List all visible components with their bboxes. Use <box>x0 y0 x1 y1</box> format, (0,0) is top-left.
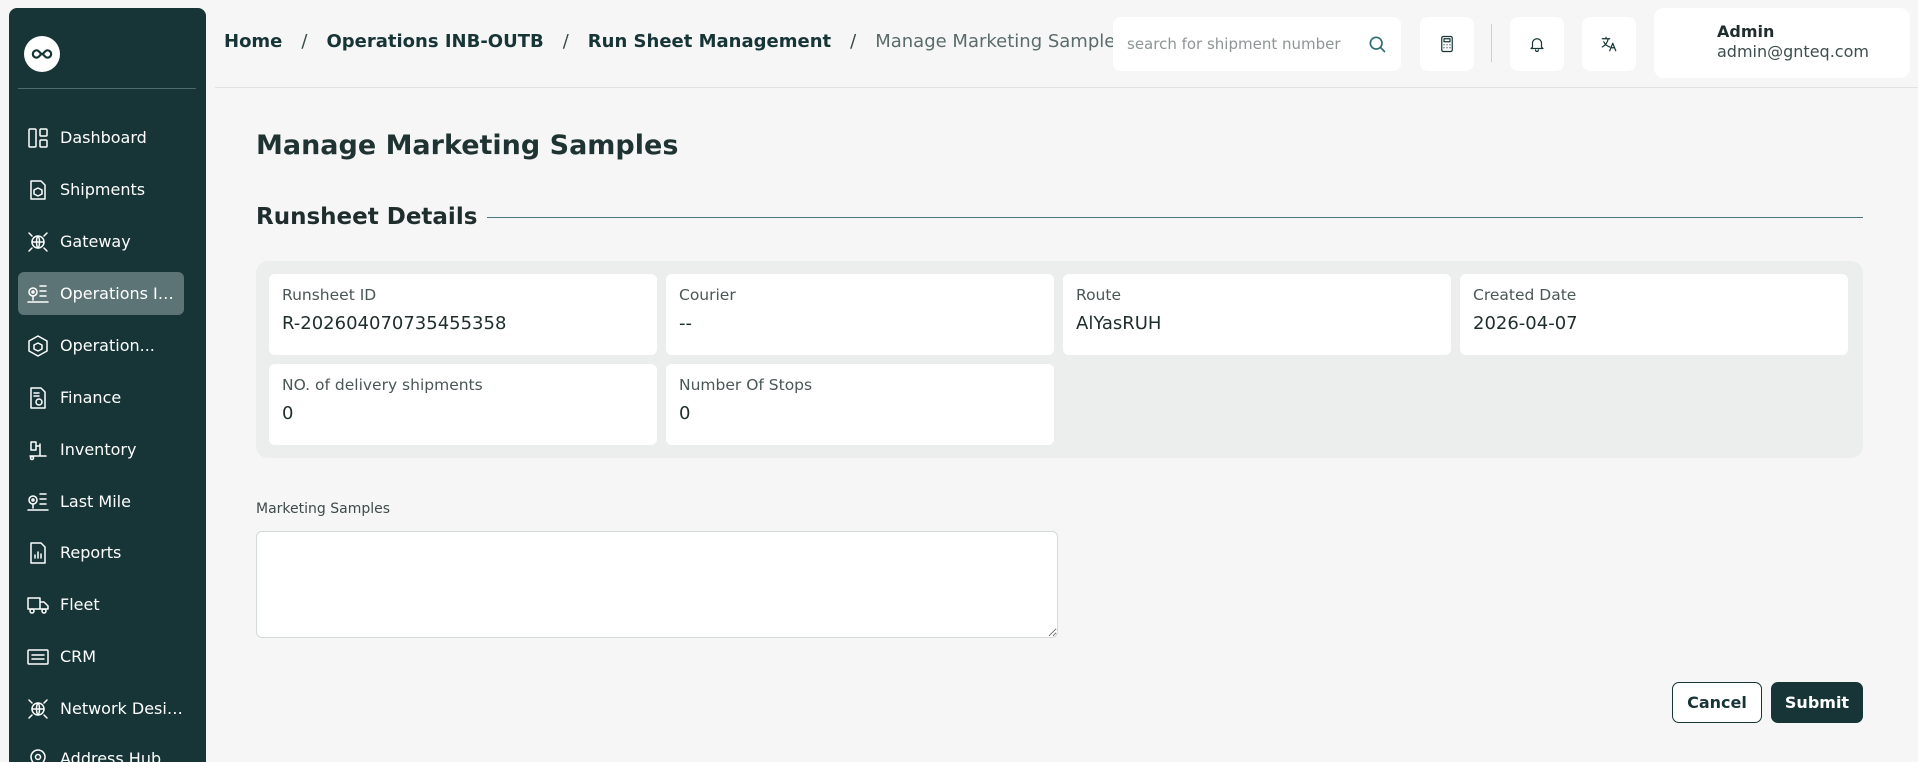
calculator-button[interactable] <box>1420 17 1474 71</box>
detail-label: Number Of Stops <box>679 376 813 394</box>
detail-label: Runsheet ID <box>282 286 377 304</box>
detail-value: AlYasRUH <box>1076 313 1162 334</box>
bell-icon <box>1530 38 1544 53</box>
translate-icon <box>1601 36 1617 52</box>
sidebar-item-gateway[interactable]: Gateway <box>18 220 184 263</box>
language-button[interactable] <box>1582 17 1636 71</box>
page-title: Manage Marketing Samples <box>256 130 679 161</box>
sidebar-item-label: Last Mile <box>60 492 131 511</box>
breadcrumb-run-sheet-management[interactable]: Run Sheet Management <box>588 31 831 52</box>
search-icon[interactable] <box>1367 34 1387 54</box>
detail-label: Created Date <box>1473 286 1577 304</box>
sidebar-item-reports[interactable]: Reports <box>18 531 184 574</box>
sidebar-item-finance[interactable]: Finance <box>18 376 184 419</box>
infinity-logo-icon <box>31 49 53 59</box>
sidebar-item-label: Shipments <box>60 180 146 199</box>
sidebar-item-operations[interactable]: Operation... <box>18 324 184 367</box>
sidebar-item-label: Finance <box>60 388 122 407</box>
detail-card-delivery-shipments: NO. of delivery shipments 0 <box>269 364 657 445</box>
location-pin-icon <box>25 746 51 762</box>
package-icon <box>25 177 51 203</box>
sidebar-item-label: Fleet <box>60 595 100 614</box>
breadcrumb-separator: / <box>562 31 569 52</box>
breadcrumb-separator: / <box>301 31 308 52</box>
header-divider <box>1491 24 1492 62</box>
cancel-button[interactable]: Cancel <box>1672 682 1762 723</box>
sidebar-divider <box>18 88 196 89</box>
search-box <box>1113 17 1401 71</box>
sidebar-item-crm[interactable]: CRM <box>18 635 184 678</box>
forklift-icon <box>25 437 51 463</box>
user-name: Admin <box>1717 22 1775 41</box>
notifications-button[interactable] <box>1510 17 1564 71</box>
detail-label: Courier <box>679 286 736 304</box>
detail-card-courier: Courier -- <box>666 274 1054 355</box>
sidebar-item-shipments[interactable]: Shipments <box>18 168 184 211</box>
sidebar-item-network-design[interactable]: Network Design <box>18 687 184 730</box>
detail-value: 0 <box>679 403 691 424</box>
sidebar-item-label: Reports <box>60 543 122 562</box>
detail-label: Route <box>1076 286 1121 304</box>
crm-icon <box>25 644 51 670</box>
sidebar-item-label: Operations IN... <box>60 284 184 303</box>
runsheet-details-panel: Runsheet ID R-202604070735455358 Courier… <box>256 261 1863 458</box>
breadcrumb-separator: / <box>850 31 857 52</box>
route-pin-icon <box>25 281 51 307</box>
sidebar-item-inventory[interactable]: Inventory <box>18 428 184 471</box>
marketing-samples-textarea[interactable] <box>256 531 1058 638</box>
route-pin-icon <box>25 489 51 515</box>
breadcrumb: Home / Operations INB-OUTB / Run Sheet M… <box>224 31 1125 52</box>
report-chart-icon <box>25 540 51 566</box>
detail-card-created-date: Created Date 2026-04-07 <box>1460 274 1848 355</box>
sidebar-item-fleet[interactable]: Fleet <box>18 583 184 626</box>
breadcrumb-current: Manage Marketing Samples <box>875 31 1125 52</box>
user-email: admin@gnteq.com <box>1717 42 1869 61</box>
sidebar-item-address-hub[interactable]: Address Hub <box>18 737 184 762</box>
calculator-icon <box>1441 35 1453 53</box>
detail-value: 2026-04-07 <box>1473 313 1578 334</box>
sidebar-item-operations-inb-outb[interactable]: Operations IN... <box>18 272 184 315</box>
user-profile[interactable]: Admin admin@gnteq.com <box>1654 8 1910 78</box>
warehouse-box-icon <box>25 333 51 359</box>
detail-value: -- <box>679 313 692 334</box>
top-header: Home / Operations INB-OUTB / Run Sheet M… <box>215 0 1918 88</box>
search-input[interactable] <box>1127 35 1357 53</box>
globe-network-icon <box>25 229 51 255</box>
sidebar-item-dashboard[interactable]: Dashboard <box>18 116 184 159</box>
invoice-icon <box>25 385 51 411</box>
sidebar: Dashboard Shipments Gateway Operations I… <box>9 8 206 762</box>
detail-card-route: Route AlYasRUH <box>1063 274 1451 355</box>
sidebar-item-label: Inventory <box>60 440 137 459</box>
section-title: Runsheet Details <box>256 204 488 230</box>
sidebar-item-label: Dashboard <box>60 128 147 147</box>
sidebar-item-label: CRM <box>60 647 97 666</box>
section-divider-line <box>456 217 1863 218</box>
detail-value: 0 <box>282 403 294 424</box>
detail-label: NO. of delivery shipments <box>282 376 483 394</box>
app-logo[interactable] <box>24 36 60 72</box>
sidebar-item-label: Network Design <box>60 699 184 718</box>
submit-button[interactable]: Submit <box>1771 682 1863 723</box>
sidebar-item-last-mile[interactable]: Last Mile <box>18 480 184 523</box>
dashboard-icon <box>25 125 51 151</box>
detail-card-number-of-stops: Number Of Stops 0 <box>666 364 1054 445</box>
sidebar-item-label: Address Hub <box>60 749 162 762</box>
detail-card-runsheet-id: Runsheet ID R-202604070735455358 <box>269 274 657 355</box>
breadcrumb-home[interactable]: Home <box>224 31 282 52</box>
truck-icon <box>25 592 51 618</box>
sidebar-item-label: Operation... <box>60 336 155 355</box>
breadcrumb-operations[interactable]: Operations INB-OUTB <box>326 31 543 52</box>
detail-value: R-202604070735455358 <box>282 313 507 334</box>
marketing-samples-label: Marketing Samples <box>256 501 391 517</box>
sidebar-item-label: Gateway <box>60 232 131 251</box>
globe-network-icon <box>25 696 51 722</box>
